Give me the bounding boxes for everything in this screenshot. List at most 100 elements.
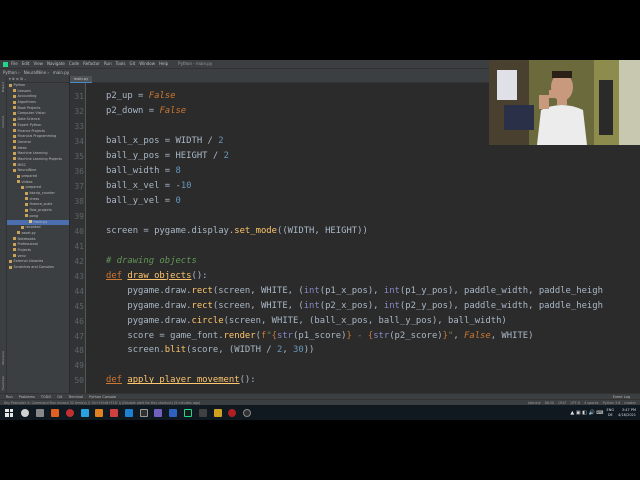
code-line[interactable]: screen.blit(score, (WIDTH / 2, 30)) bbox=[106, 345, 314, 355]
firefox-icon[interactable] bbox=[95, 408, 104, 417]
tree-item-label: finance_scale bbox=[29, 202, 53, 207]
menu-refactor[interactable]: Refactor bbox=[83, 61, 100, 66]
folder-icon bbox=[13, 168, 16, 172]
code-line[interactable]: p2_up = False bbox=[106, 91, 175, 101]
folder-icon bbox=[13, 146, 16, 150]
tree-item-label: Projects bbox=[17, 247, 31, 252]
menu-git[interactable]: Git bbox=[129, 61, 135, 66]
folder-icon bbox=[17, 174, 20, 178]
search-icon[interactable] bbox=[21, 408, 30, 417]
folder-icon bbox=[9, 259, 12, 263]
app-icon[interactable] bbox=[50, 408, 59, 417]
line-number: 44 bbox=[74, 286, 84, 296]
tab-main-py[interactable]: main.py bbox=[70, 76, 93, 83]
tree-item-label: asset.py bbox=[21, 230, 36, 235]
tree-item-label: Accounting bbox=[17, 94, 37, 99]
project-panel: ▾ ⊕ ≡ ⚙ – Python Lessons Accounting Algorit… bbox=[7, 76, 70, 402]
menu-tools[interactable]: Tools bbox=[116, 61, 126, 66]
discord-icon[interactable] bbox=[154, 408, 163, 417]
tree-item[interactable]: Scratches and Consoles bbox=[7, 265, 69, 271]
folder-icon bbox=[13, 117, 16, 121]
folder-icon bbox=[13, 94, 16, 98]
folder-icon bbox=[21, 225, 24, 229]
folder-icon bbox=[13, 111, 16, 115]
code-line[interactable]: pygame.draw.rect(screen, WHITE, (int(p1_… bbox=[106, 286, 603, 296]
menu-help[interactable]: Help bbox=[159, 61, 168, 66]
app-icon[interactable] bbox=[110, 408, 119, 417]
folder-icon bbox=[13, 134, 16, 138]
language-indicator[interactable]: ENG DE bbox=[607, 408, 615, 417]
nav-crumb[interactable]: NeuralNine › bbox=[24, 70, 49, 75]
app-icon[interactable] bbox=[228, 408, 237, 417]
folder-icon bbox=[17, 180, 20, 184]
tree-item-label: General bbox=[17, 139, 31, 144]
pycharm-icon[interactable] bbox=[183, 408, 192, 417]
code-line[interactable]: ball_x_pos = WIDTH / 2 bbox=[106, 136, 224, 146]
folder-icon bbox=[9, 265, 12, 269]
code-line[interactable]: def draw_objects(): bbox=[106, 271, 208, 281]
tree-item-label: videos bbox=[21, 179, 33, 184]
app-icon[interactable] bbox=[198, 408, 207, 417]
code-line[interactable]: p2_down = False bbox=[106, 106, 186, 116]
code-line[interactable]: pygame.draw.rect(screen, WHITE, (int(p2_… bbox=[106, 301, 603, 311]
nav-crumb[interactable]: main.py bbox=[53, 70, 69, 75]
nav-crumb[interactable]: Python › bbox=[3, 70, 20, 75]
system-tray: ▲ ▣ ◧ 🔊 ⌨ ENG DE 3:47 PM 4/16/2021 bbox=[570, 405, 636, 420]
tree-item-label: Data Science bbox=[17, 117, 40, 122]
line-number: 42 bbox=[74, 256, 84, 266]
app-icon[interactable] bbox=[169, 408, 178, 417]
code-line[interactable]: ball_x_vel = -10 bbox=[106, 181, 192, 191]
tree-item-label: Machine Learning bbox=[17, 151, 48, 156]
menu-run[interactable]: Run bbox=[104, 61, 112, 66]
line-number: 33 bbox=[74, 121, 84, 131]
tree-item-label: Scratches and Consoles bbox=[13, 265, 54, 269]
task-view-icon[interactable] bbox=[36, 408, 45, 417]
code-line[interactable]: screen = pygame.display.set_mode((WIDTH,… bbox=[106, 226, 368, 236]
project-tool-tab[interactable]: Project bbox=[1, 82, 6, 92]
tree-item-label: Lessons bbox=[17, 88, 31, 93]
terminal-icon[interactable] bbox=[139, 408, 148, 417]
tree-item-label: Ideas bbox=[17, 145, 27, 150]
structure-tool-tab[interactable]: Structure bbox=[1, 351, 6, 365]
code-line[interactable]: score = game_font.render(f"{str(p1_score… bbox=[106, 331, 533, 341]
code-line[interactable]: ball_y_vel = 0 bbox=[106, 196, 181, 206]
taskbar-clock[interactable]: 3:47 PM 4/16/2021 bbox=[618, 408, 636, 417]
tree-item-label: Book Projects bbox=[17, 105, 41, 110]
code-line[interactable]: ball_width = 8 bbox=[106, 166, 181, 176]
commit-tool-tab[interactable]: Commit bbox=[1, 116, 6, 128]
menu-view[interactable]: View bbox=[33, 61, 43, 66]
menu-edit[interactable]: Edit bbox=[22, 61, 30, 66]
menu-window[interactable]: Window bbox=[139, 61, 155, 66]
tree-item-label: Finance Projects bbox=[17, 128, 45, 133]
app-icon[interactable] bbox=[80, 408, 89, 417]
project-panel-toolbar: ▾ ⊕ ≡ ⚙ – bbox=[7, 76, 69, 83]
folder-icon bbox=[25, 191, 28, 195]
project-tree: Python Lessons Accounting Algorithms Book Pr… bbox=[7, 83, 69, 271]
folder-icon bbox=[25, 202, 28, 206]
opera-icon[interactable] bbox=[65, 408, 74, 417]
pycharm-logo-icon bbox=[3, 61, 8, 67]
window-title: Python - main.py bbox=[178, 61, 213, 66]
folder-icon bbox=[25, 214, 28, 218]
line-number: 31 bbox=[74, 92, 84, 101]
menu-code[interactable]: Code bbox=[69, 61, 79, 66]
code-line[interactable]: pygame.draw.circle(screen, WHITE, (ball_… bbox=[106, 316, 506, 326]
line-number: 50 bbox=[74, 376, 84, 386]
line-number: 37 bbox=[74, 181, 84, 191]
code-line[interactable]: # drawing objects bbox=[106, 256, 197, 266]
app-icon[interactable] bbox=[124, 408, 133, 417]
code-line[interactable]: def apply_player_movement(): bbox=[106, 375, 256, 385]
windows-start-icon[interactable] bbox=[5, 408, 13, 417]
obs-icon[interactable] bbox=[243, 408, 252, 417]
menu-navigate[interactable]: Navigate bbox=[47, 61, 65, 66]
folder-icon bbox=[13, 248, 16, 252]
menu-file[interactable]: File bbox=[11, 61, 18, 66]
tree-item-label: Python bbox=[13, 83, 26, 87]
tree-item-label: flow_projects bbox=[29, 208, 52, 213]
tray-icons[interactable]: ▲ ▣ ◧ 🔊 ⌨ bbox=[570, 410, 603, 416]
favorites-tool-tab[interactable]: Favorites bbox=[1, 376, 6, 390]
line-number: 47 bbox=[74, 331, 84, 341]
tree-item-label: Machine Learning Projects bbox=[17, 156, 62, 161]
folder-icon[interactable] bbox=[213, 408, 222, 417]
code-line[interactable]: ball_y_pos = HEIGHT / 2 bbox=[106, 151, 229, 161]
